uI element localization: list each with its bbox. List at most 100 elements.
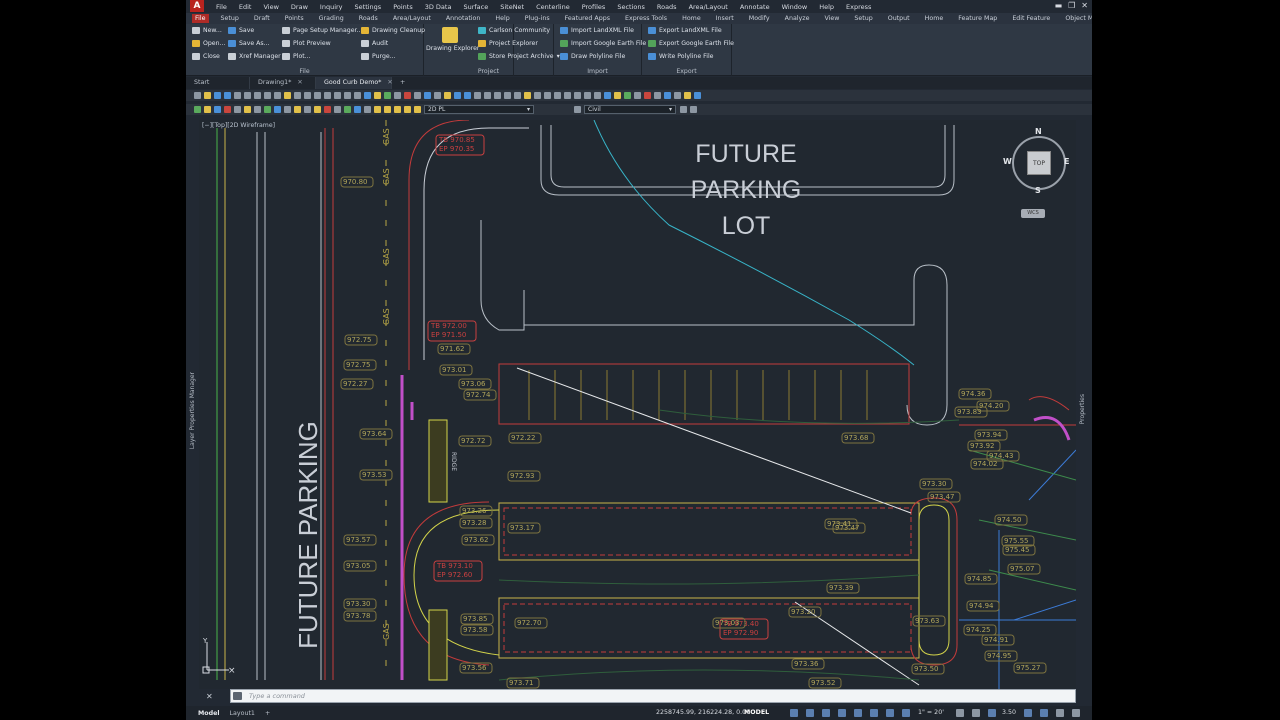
funnel-icon[interactable] [344,106,351,113]
stretch-icon[interactable] [564,92,571,99]
array-icon[interactable] [524,92,531,99]
menu-item-area-layout[interactable]: Area/Layout [689,3,728,11]
design-center-icon[interactable] [374,92,381,99]
add-layout-button[interactable]: + [265,710,270,717]
drawing-explorer-icon[interactable] [442,27,458,43]
menu-item-annotate[interactable]: Annotate [740,3,770,11]
menu-item-help[interactable]: Help [819,3,834,11]
layer-manager-icon[interactable] [354,106,361,113]
osnap-icon[interactable] [854,709,862,717]
menu-item-centerline[interactable]: Centerline [536,3,570,11]
new-tab-button[interactable]: + [392,77,413,89]
sheet-set-icon[interactable] [394,92,401,99]
audit-button[interactable]: Audit [361,40,388,47]
ribbon-tab-grading[interactable]: Grading [316,14,347,23]
layer-list-icon[interactable] [364,106,371,113]
grid-icon[interactable] [790,709,798,717]
circle-icon[interactable] [454,92,461,99]
ribbon-tab-object-map[interactable]: Object Map [1062,14,1092,23]
layer-current-icon[interactable] [414,106,421,113]
ribbon-tab-file[interactable]: File [192,14,209,23]
ribbon-tab-insert[interactable]: Insert [713,14,737,23]
erase-icon[interactable] [484,92,491,99]
copy-object-icon[interactable] [494,92,501,99]
export-landxml-button[interactable]: Export LandXML File [648,27,722,34]
purge-button[interactable]: Purge... [361,53,396,60]
wcs-menu-button[interactable]: WCS [1021,209,1045,218]
ribbon-tab-plug-ins[interactable]: Plug-ins [522,14,553,23]
filter-icon[interactable] [334,106,341,113]
insert-icon[interactable] [694,92,701,99]
extend-icon[interactable] [584,92,591,99]
menu-item-surface[interactable]: Surface [463,3,488,11]
pan-icon[interactable] [324,92,331,99]
ribbon-tab-analyze[interactable]: Analyze [782,14,813,23]
open-button[interactable]: Open... [192,40,225,47]
arc-icon[interactable] [464,92,471,99]
undo-icon[interactable] [304,92,311,99]
new-icon[interactable] [194,92,201,99]
annotation-value[interactable]: 3.50 [1002,709,1016,716]
fullscreen-icon[interactable] [1056,709,1064,717]
layer-properties-palette-tab[interactable]: Layer Properties Manager [189,372,197,449]
import-landxml-button[interactable]: Import LandXML File [560,27,634,34]
viewcube[interactable]: TOP N S E W [1003,127,1074,212]
chamfer-icon[interactable] [614,92,621,99]
match-icon[interactable] [294,92,301,99]
zoom-window-icon[interactable] [344,92,351,99]
plot-button[interactable]: Plot... [282,53,311,60]
layer-color-icon[interactable] [404,106,411,113]
page-setup-button[interactable]: Page Setup Manager... [282,27,362,34]
help-icon[interactable] [424,92,431,99]
command-input-placeholder[interactable]: Type a command [249,692,305,700]
cad-drawing[interactable]: GAS GAS GAS GAS GAS RIDGE FUTURE PARKING… [199,120,1076,689]
compass-south[interactable]: S [1035,186,1041,195]
ribbon-tab-annotation[interactable]: Annotation [443,14,484,23]
store-project-archive-button[interactable]: Store Project Archive ▾ [478,53,560,60]
mirror-icon[interactable] [504,92,511,99]
project-explorer-button[interactable]: Project Explorer [478,40,538,47]
layer-iso-icon[interactable] [264,106,271,113]
isolate-icon[interactable] [1024,709,1032,717]
gear-icon[interactable] [680,106,687,113]
annotation-scale[interactable]: 1" = 20' [918,709,944,716]
hatch-icon[interactable] [644,92,651,99]
ribbon-tab-view[interactable]: View [821,14,842,23]
menu-item-points[interactable]: Points [393,3,413,11]
layer-merge-icon[interactable] [284,106,291,113]
ribbon-tab-edit-feature[interactable]: Edit Feature [1009,14,1053,23]
gear-icon[interactable] [956,709,964,717]
lineweight-icon[interactable] [886,709,894,717]
zoom-prev-icon[interactable] [354,92,361,99]
menu-item-file[interactable]: File [216,3,227,11]
rectangle-icon[interactable] [474,92,481,99]
menu-item-window[interactable]: Window [782,3,808,11]
layer-props-icon[interactable] [674,92,681,99]
model-space-button[interactable]: MODEL [744,709,769,716]
layer-state-icon[interactable] [234,106,241,113]
layer-combo[interactable]: 2D PL ▾ [424,105,534,114]
menu-item-sections[interactable]: Sections [617,3,645,11]
zoom-realtime-icon[interactable] [334,92,341,99]
print-icon[interactable] [234,92,241,99]
color-icon[interactable] [324,106,331,113]
ribbon-tab-modify[interactable]: Modify [746,14,773,23]
menu-item-roads[interactable]: Roads [657,3,677,11]
ribbon-tab-help[interactable]: Help [492,14,512,23]
lightbulb-icon[interactable] [294,106,301,113]
move-icon[interactable] [534,92,541,99]
layer-off-icon[interactable] [224,106,231,113]
fillet-icon[interactable] [624,92,631,99]
compass-north[interactable]: N [1035,127,1042,136]
layer-icon[interactable] [194,106,201,113]
offset-icon[interactable] [514,92,521,99]
ribbon-tab-setup[interactable]: Setup [851,14,875,23]
ribbon-tab-draft[interactable]: Draft [251,14,273,23]
dimension-icon[interactable] [664,92,671,99]
calculator-icon[interactable] [414,92,421,99]
ribbon-tab-setup[interactable]: Setup [218,14,242,23]
close-icon[interactable]: ✕ [1081,1,1088,10]
command-line[interactable]: Type a command [230,689,1076,703]
draw-polyline-file-button[interactable]: Draw Polyline File [560,53,625,60]
restore-icon[interactable]: ❐ [1068,1,1075,10]
